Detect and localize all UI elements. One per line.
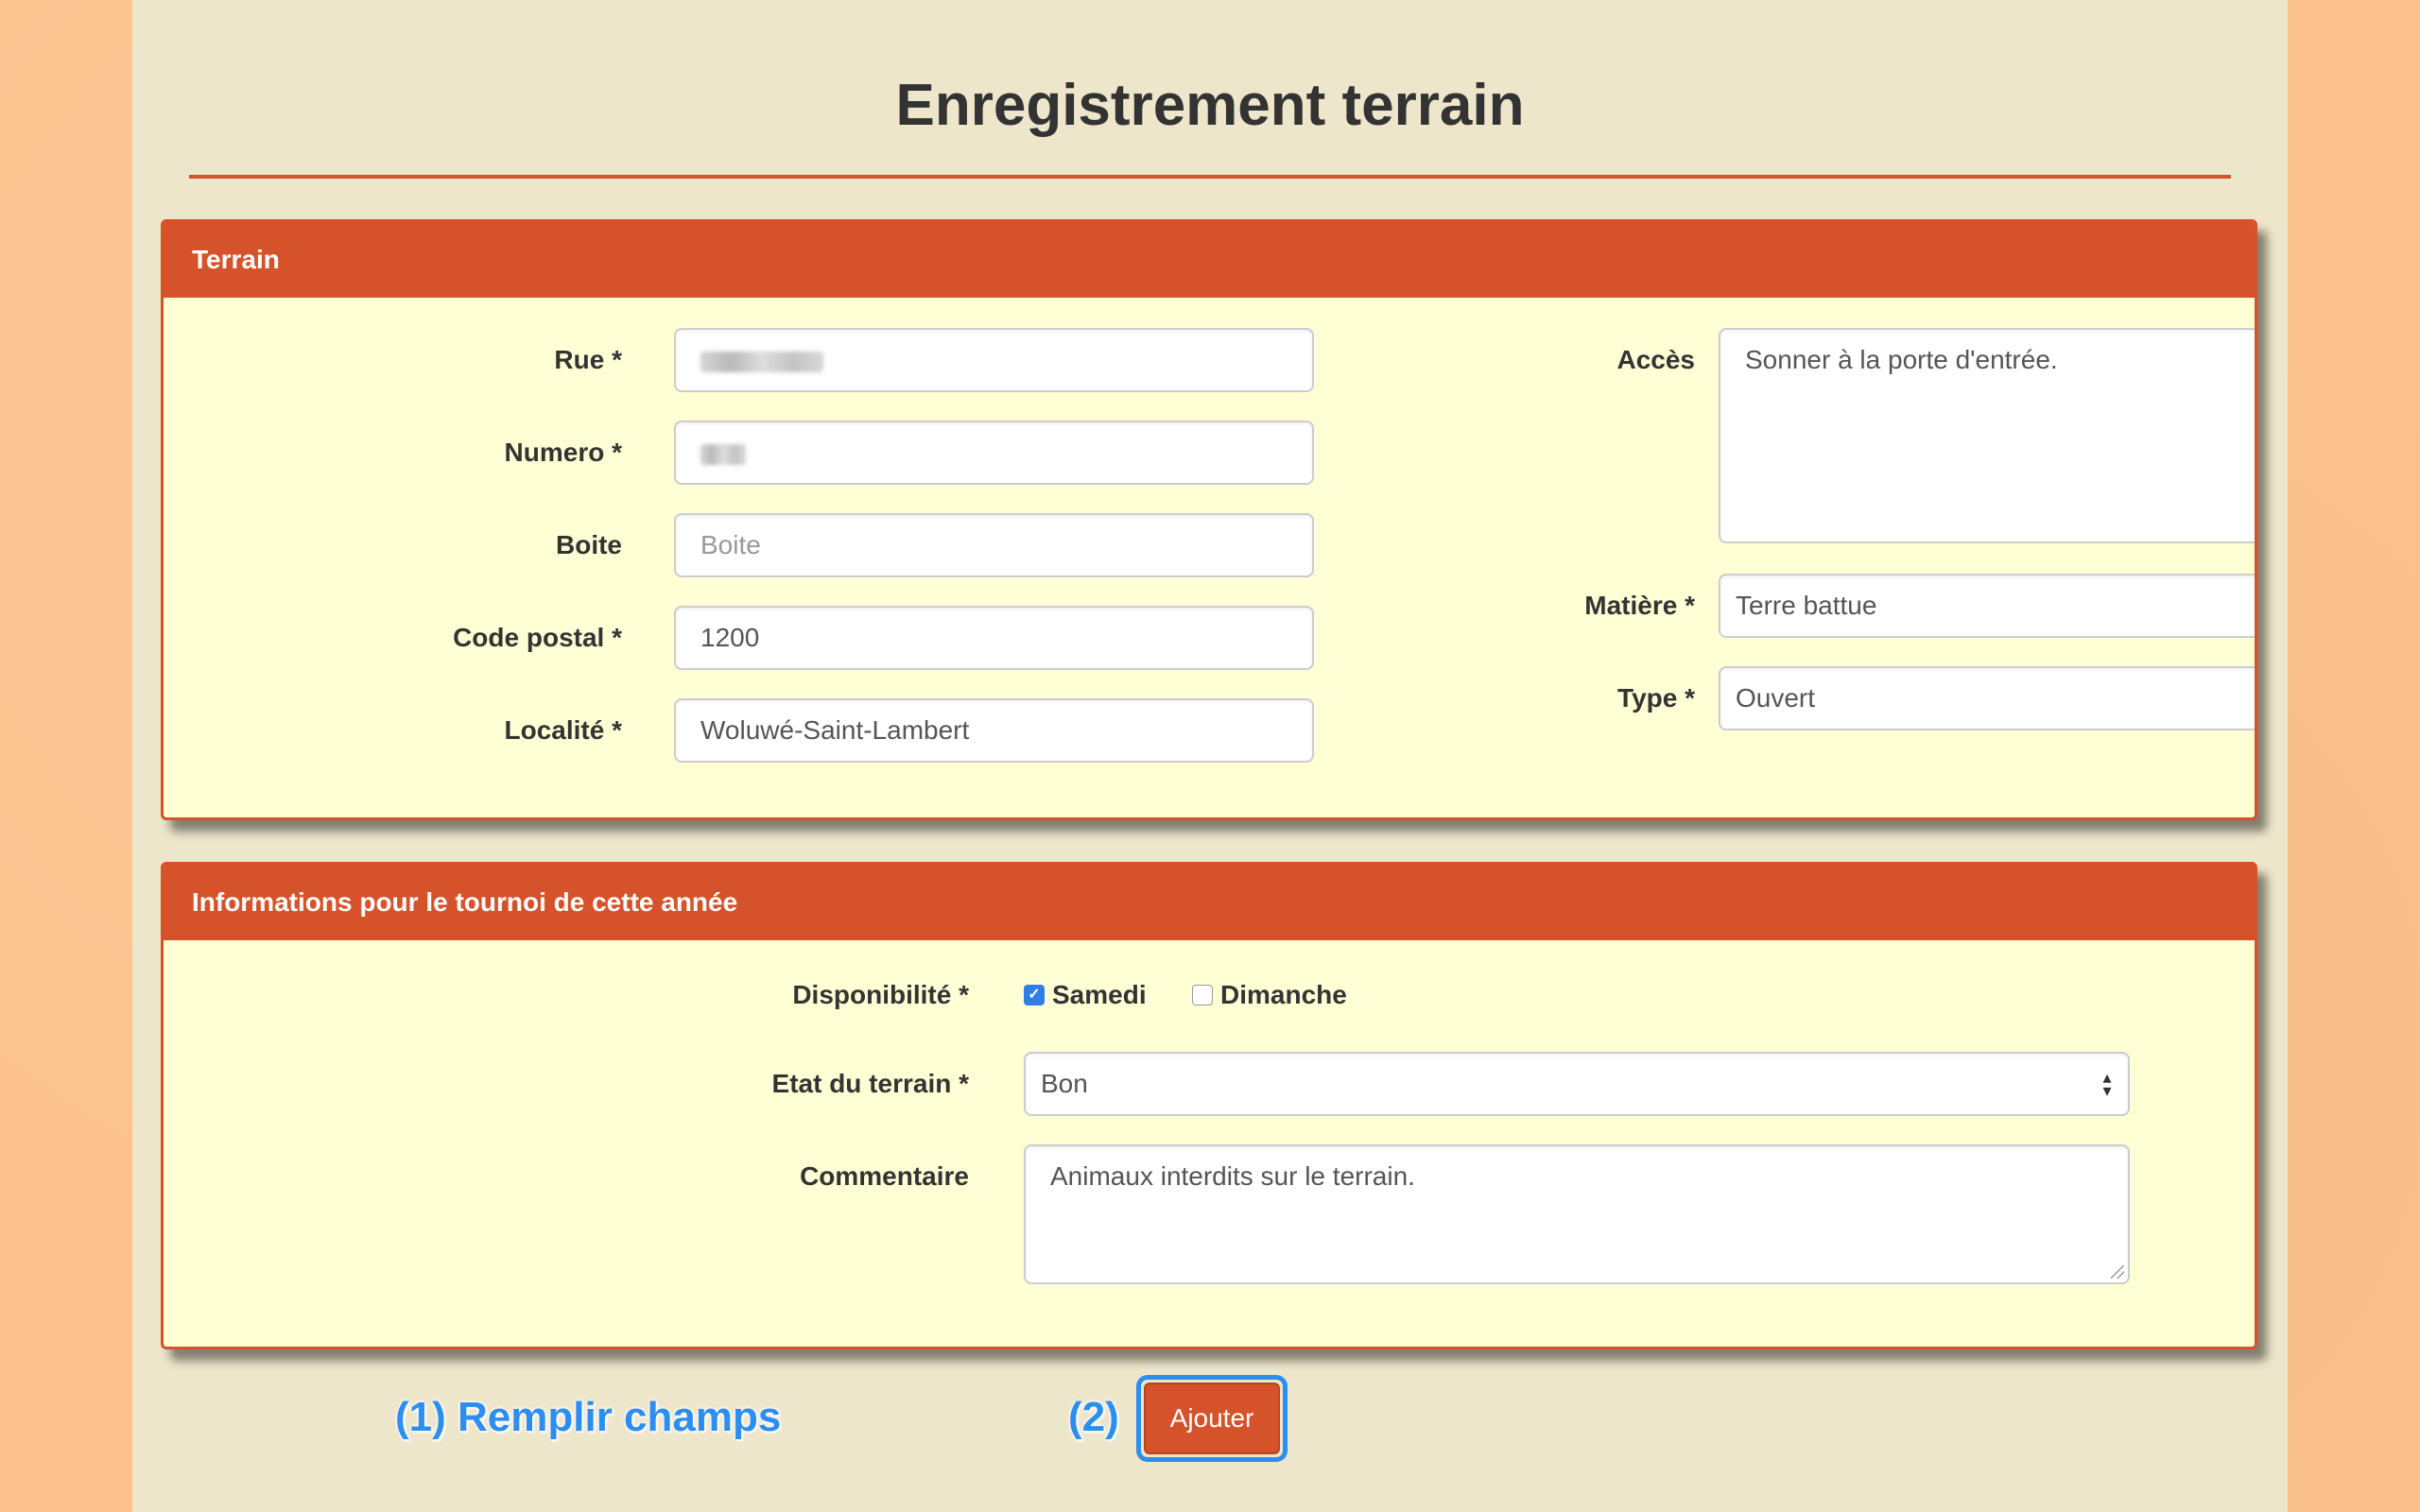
commentaire-textarea[interactable]: Animaux interdits sur le terrain. (1024, 1144, 2130, 1284)
acces-value: Sonner à la porte d'entrée. (1745, 345, 2058, 374)
type-selected: Ouvert (1736, 683, 1816, 713)
rue-input[interactable] (674, 328, 1314, 392)
rue-value-redacted (700, 351, 823, 372)
panel-terrain-heading: Terrain (164, 222, 2255, 298)
boite-input[interactable]: Boite (674, 513, 1314, 577)
dimanche-checkbox[interactable]: Dimanche (1192, 976, 1347, 1014)
numero-input[interactable] (674, 421, 1314, 485)
checkbox-unchecked-icon[interactable] (1192, 985, 1213, 1005)
code-postal-input[interactable]: 1200 (674, 606, 1314, 670)
rue-label: Rue * (554, 345, 622, 374)
samedi-checkbox[interactable]: ✓ Samedi (1024, 976, 1147, 1014)
matiere-selected: Terre battue (1736, 591, 1877, 620)
type-label: Type * (1617, 683, 1695, 713)
etat-label: Etat du terrain * (771, 1069, 969, 1098)
numero-value-redacted (700, 443, 746, 465)
numero-label: Numero * (504, 438, 622, 467)
boite-label: Boite (556, 530, 622, 559)
dimanche-label: Dimanche (1220, 980, 1347, 1009)
page: Enregistrement terrain Terrain Rue * Num… (132, 0, 2288, 1512)
page-title: Enregistrement terrain (895, 73, 1525, 138)
commentaire-value: Animaux interdits sur le terrain. (1050, 1161, 1415, 1191)
resize-grip-icon[interactable] (2111, 1265, 2124, 1279)
ajouter-button[interactable]: Ajouter (1144, 1383, 1280, 1454)
panel-tournoi: Informations pour le tournoi de cette an… (161, 862, 2257, 1349)
code-postal-label: Code postal * (453, 623, 622, 652)
samedi-label: Samedi (1052, 980, 1147, 1009)
etat-selected: Bon (1041, 1069, 1088, 1098)
title-divider (189, 175, 2231, 179)
checkbox-checked-icon[interactable]: ✓ (1024, 985, 1045, 1005)
localite-input[interactable]: Woluwé-Saint-Lambert (674, 698, 1314, 763)
localite-label: Localité * (504, 715, 622, 745)
etat-select[interactable]: Bon ▴ ▾ (1024, 1052, 2130, 1116)
commentaire-label: Commentaire (800, 1161, 969, 1191)
matiere-label: Matière * (1584, 591, 1695, 620)
type-select[interactable]: Ouvert ▴▾ (1719, 666, 2255, 730)
disponibilite-label: Disponibilité * (792, 980, 969, 1009)
acces-label: Accès (1616, 345, 1695, 374)
panel-tournoi-heading: Informations pour le tournoi de cette an… (164, 865, 2255, 940)
acces-textarea[interactable]: Sonner à la porte d'entrée. (1719, 328, 2255, 543)
annotation-step1: (1) Remplir champs (395, 1394, 782, 1440)
select-updown-icon: ▴ ▾ (2102, 1068, 2112, 1100)
panel-terrain: Terrain Rue * Numero * Boite Boite Code … (161, 219, 2257, 820)
annotation-step2: (2) (1068, 1394, 1119, 1440)
matiere-select[interactable]: Terre battue ▴▾ (1719, 574, 2255, 638)
